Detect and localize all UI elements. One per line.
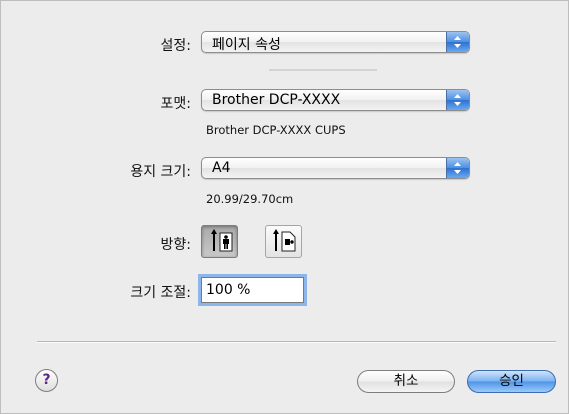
cancel-button[interactable]: 취소 [357,370,455,393]
settings-popup[interactable]: 페이지 속성 [201,31,470,53]
paper-size-value: A4 [212,160,231,176]
orientation-label: 방향: [160,237,191,253]
format-popup[interactable]: Brother DCP-XXXX [201,89,470,111]
paper-size-popup[interactable]: A4 [201,157,470,179]
settings-label: 설정: [160,38,191,54]
separator [269,69,377,71]
scale-input[interactable] [201,277,304,303]
ok-button[interactable]: 승인 [467,370,556,393]
portrait-icon [211,229,233,252]
orientation-portrait-button[interactable] [201,225,238,258]
page-setup-dialog: 설정: 페이지 속성 포맷: Brother DCP-XXXX Brother … [0,0,569,414]
divider [37,341,556,342]
popup-arrows-icon [446,158,469,178]
help-button[interactable]: ? [35,369,58,392]
format-label: 포맷: [160,96,191,112]
landscape-icon [273,229,296,252]
settings-value: 페이지 속성 [212,37,281,53]
format-value: Brother DCP-XXXX [212,92,341,108]
popup-arrows-icon [446,32,469,52]
popup-arrows-icon [446,90,469,110]
format-description: Brother DCP-XXXX CUPS [206,123,346,137]
orientation-landscape-button[interactable] [265,225,302,258]
paper-size-label: 용지 크기: [130,164,191,180]
paper-dimensions: 20.99/29.70cm [206,192,294,206]
scale-label: 크기 조절: [130,285,191,301]
